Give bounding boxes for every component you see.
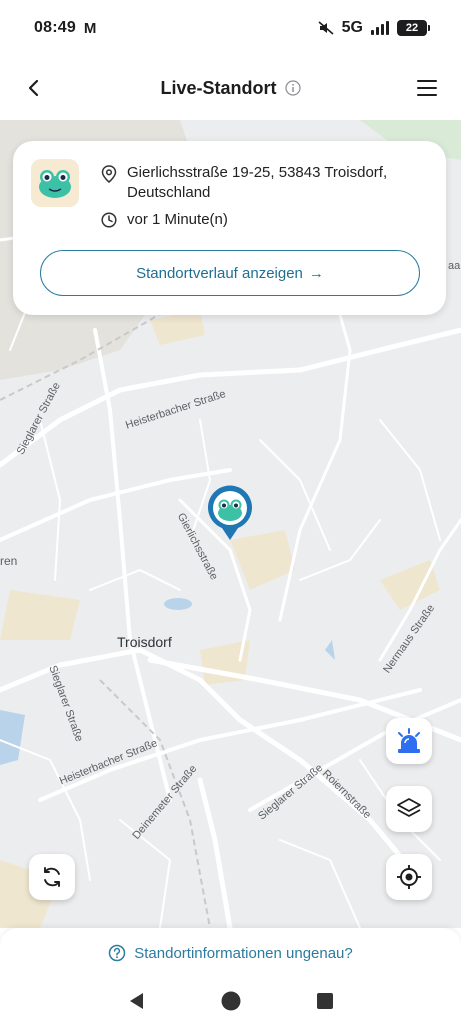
menu-button[interactable]: [407, 68, 447, 108]
siren-icon: [398, 728, 420, 753]
battery-icon: 22: [397, 20, 430, 36]
refresh-icon: [44, 867, 60, 887]
refresh-button[interactable]: [29, 854, 75, 900]
status-indicators: 5G 22: [318, 19, 430, 37]
map-label: aa: [448, 260, 461, 272]
location-history-button[interactable]: Standortverlauf anzeigen →: [40, 250, 420, 296]
nav-back-icon[interactable]: [127, 991, 147, 1011]
map-layers-button[interactable]: [386, 786, 432, 832]
help-icon: [109, 944, 126, 962]
location-history-label: Standortverlauf anzeigen: [136, 264, 303, 282]
status-bar: 08:49 M 5G 22: [0, 0, 461, 56]
mail-icon: M: [83, 19, 97, 37]
battery-level: 22: [405, 22, 419, 34]
last-update-text: vor 1 Minute(n): [127, 211, 228, 228]
bottom-panel: Standortinformationen ungenau?: [0, 928, 461, 1024]
app-header: Live-Standort: [0, 56, 461, 120]
locate-me-button[interactable]: [386, 854, 432, 900]
arrow-right-icon: →: [308, 264, 324, 282]
map-label-town: Troisdorf: [117, 634, 172, 650]
network-type: 5G: [341, 19, 363, 36]
location-info-card: Gierlichsstraße 19-25, 53843 Troisdorf, …: [13, 141, 446, 315]
location-pin-icon: [101, 165, 117, 183]
alarm-button[interactable]: [386, 718, 432, 764]
hamburger-icon: [417, 80, 437, 96]
page-title: Live-Standort: [160, 77, 277, 98]
inaccurate-location-label: Standortinformationen ungenau?: [134, 944, 353, 962]
nav-recents-icon[interactable]: [315, 991, 335, 1011]
frog-avatar-icon: [39, 170, 71, 198]
layers-icon: [397, 798, 421, 817]
status-time: 08:49: [34, 19, 76, 36]
nav-home-icon[interactable]: [220, 990, 242, 1012]
location-marker[interactable]: [206, 484, 254, 542]
mute-icon: [318, 21, 334, 35]
time-row: vor 1 Minute(n): [101, 211, 228, 228]
back-button[interactable]: [14, 68, 54, 108]
chevron-left-icon: [28, 79, 39, 97]
address-text: Gierlichsstraße 19-25, 53843 Troisdorf, …: [127, 164, 388, 201]
map-label: ren: [0, 554, 18, 568]
system-nav-bar: [0, 986, 461, 1016]
avatar: [31, 159, 79, 207]
clock-icon: [101, 211, 117, 228]
signal-icon: [371, 21, 389, 35]
inaccurate-location-link[interactable]: Standortinformationen ungenau?: [0, 944, 461, 962]
crosshair-icon: [397, 865, 421, 889]
address-row: Gierlichsstraße 19-25, 53843 Troisdorf, …: [101, 163, 431, 203]
info-icon[interactable]: [284, 80, 301, 96]
